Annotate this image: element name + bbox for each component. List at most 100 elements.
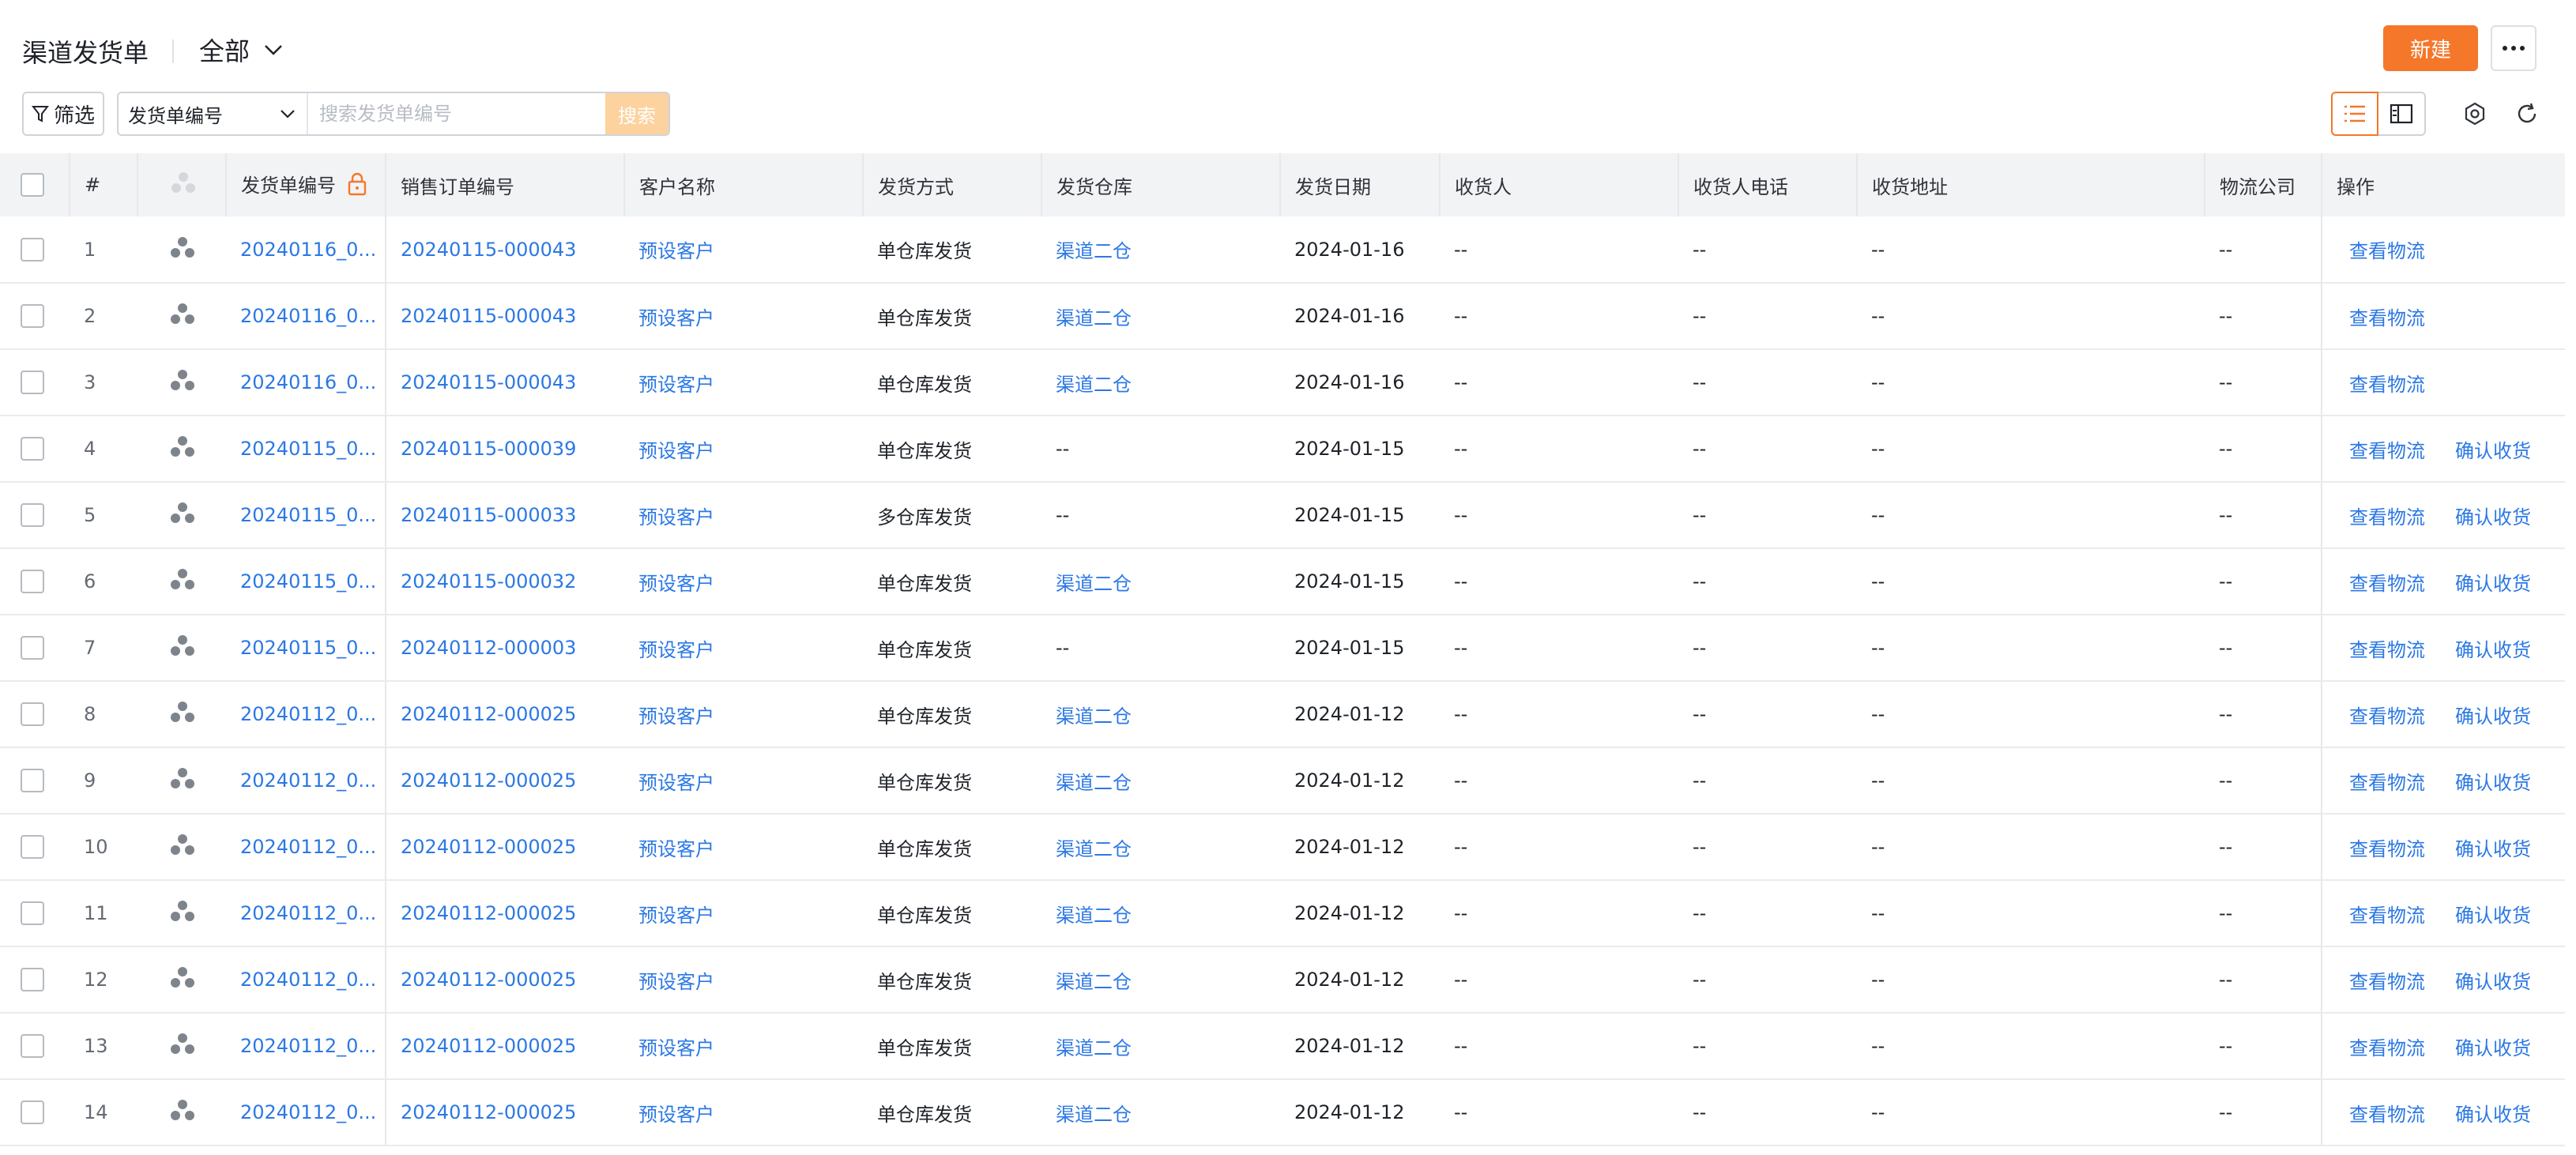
row-checkbox[interactable]: [21, 835, 44, 859]
view-logistics-link[interactable]: 查看物流: [2349, 240, 2425, 262]
confirm-receipt-link[interactable]: 确认收货: [2455, 440, 2531, 462]
sales-order-no-link[interactable]: 20240112-000025: [386, 880, 624, 947]
sales-order-no-link[interactable]: 20240115-000043: [386, 283, 624, 350]
shipment-no-link[interactable]: 20240116_0...: [226, 216, 386, 284]
customer-link[interactable]: 预设客户: [624, 349, 863, 416]
shipment-no-link[interactable]: 20240112_0...: [226, 814, 386, 881]
col-header-customer[interactable]: 客户名称: [624, 153, 864, 216]
card-view-button[interactable]: [2378, 92, 2426, 136]
view-logistics-link[interactable]: 查看物流: [2349, 838, 2425, 860]
customer-link[interactable]: 预设客户: [624, 946, 863, 1014]
shipment-no-link[interactable]: 20240112_0...: [226, 1079, 386, 1146]
warehouse-cell[interactable]: 渠道二仓: [1041, 349, 1280, 416]
view-logistics-link[interactable]: 查看物流: [2349, 1037, 2425, 1059]
list-view-button[interactable]: [2331, 92, 2378, 136]
warehouse-cell[interactable]: 渠道二仓: [1041, 1079, 1280, 1146]
search-field-select[interactable]: 发货单编号: [119, 93, 308, 134]
row-checkbox[interactable]: [21, 702, 44, 726]
col-header-ship-date[interactable]: 发货日期: [1280, 153, 1441, 216]
col-header-warehouse[interactable]: 发货仓库: [1041, 153, 1281, 216]
row-checkbox[interactable]: [21, 237, 44, 261]
customer-link[interactable]: 预设客户: [624, 615, 863, 682]
view-logistics-link[interactable]: 查看物流: [2349, 506, 2425, 529]
warehouse-cell[interactable]: 渠道二仓: [1041, 747, 1280, 815]
row-checkbox[interactable]: [21, 570, 44, 593]
sales-order-no-link[interactable]: 20240112-000025: [386, 946, 624, 1014]
customer-link[interactable]: 预设客户: [624, 548, 863, 615]
col-header-receiver[interactable]: 收货人: [1440, 153, 1679, 216]
shipment-no-link[interactable]: 20240112_0...: [226, 946, 386, 1014]
warehouse-cell[interactable]: 渠道二仓: [1041, 880, 1280, 947]
customer-link[interactable]: 预设客户: [624, 482, 863, 549]
settings-button[interactable]: [2461, 100, 2489, 128]
view-logistics-link[interactable]: 查看物流: [2349, 705, 2425, 728]
confirm-receipt-link[interactable]: 确认收货: [2455, 971, 2531, 993]
sales-order-no-link[interactable]: 20240115-000039: [386, 416, 624, 483]
shipment-no-link[interactable]: 20240112_0...: [226, 1013, 386, 1080]
row-checkbox[interactable]: [21, 1034, 44, 1058]
view-logistics-link[interactable]: 查看物流: [2349, 772, 2425, 794]
warehouse-cell[interactable]: 渠道二仓: [1041, 216, 1280, 284]
col-header-address[interactable]: 收货地址: [1857, 153, 2205, 216]
more-button[interactable]: [2491, 25, 2536, 71]
view-logistics-link[interactable]: 查看物流: [2349, 573, 2425, 595]
shipment-no-link[interactable]: 20240115_0...: [226, 548, 386, 615]
confirm-receipt-link[interactable]: 确认收货: [2455, 1037, 2531, 1059]
shipment-no-link[interactable]: 20240116_0...: [226, 349, 386, 416]
confirm-receipt-link[interactable]: 确认收货: [2455, 573, 2531, 595]
shipment-no-link[interactable]: 20240115_0...: [226, 416, 386, 483]
shipment-no-link[interactable]: 20240112_0...: [226, 880, 386, 947]
row-checkbox[interactable]: [21, 503, 44, 527]
sales-order-no-link[interactable]: 20240112-000025: [386, 747, 624, 815]
row-checkbox[interactable]: [21, 1100, 44, 1124]
sales-order-no-link[interactable]: 20240112-000025: [386, 681, 624, 748]
shipment-no-link[interactable]: 20240112_0...: [226, 747, 386, 815]
col-header-receiver-phone[interactable]: 收货人电话: [1678, 153, 1858, 216]
view-logistics-link[interactable]: 查看物流: [2349, 639, 2425, 661]
view-logistics-link[interactable]: 查看物流: [2349, 440, 2425, 462]
sales-order-no-link[interactable]: 20240115-000043: [386, 216, 624, 284]
confirm-receipt-link[interactable]: 确认收货: [2455, 639, 2531, 661]
customer-link[interactable]: 预设客户: [624, 880, 863, 947]
confirm-receipt-link[interactable]: 确认收货: [2455, 1104, 2531, 1126]
view-logistics-link[interactable]: 查看物流: [2349, 971, 2425, 993]
row-checkbox[interactable]: [21, 769, 44, 792]
col-header-logistics[interactable]: 物流公司: [2205, 153, 2322, 216]
select-all-checkbox[interactable]: [21, 173, 44, 197]
new-button[interactable]: 新建: [2383, 25, 2478, 71]
shipment-no-link[interactable]: 20240116_0...: [226, 283, 386, 350]
confirm-receipt-link[interactable]: 确认收货: [2455, 905, 2531, 927]
row-checkbox[interactable]: [21, 636, 44, 660]
shipment-no-link[interactable]: 20240115_0...: [226, 615, 386, 682]
customer-link[interactable]: 预设客户: [624, 681, 863, 748]
shipment-no-link[interactable]: 20240112_0...: [226, 681, 386, 748]
row-checkbox[interactable]: [21, 968, 44, 991]
customer-link[interactable]: 预设客户: [624, 747, 863, 815]
sales-order-no-link[interactable]: 20240112-000025: [386, 1079, 624, 1146]
row-checkbox[interactable]: [21, 901, 44, 925]
col-header-shipment-no[interactable]: 发货单编号: [226, 153, 386, 216]
confirm-receipt-link[interactable]: 确认收货: [2455, 506, 2531, 529]
view-selector[interactable]: 全部: [199, 32, 283, 68]
warehouse-cell[interactable]: 渠道二仓: [1041, 1013, 1280, 1080]
customer-link[interactable]: 预设客户: [624, 814, 863, 881]
customer-link[interactable]: 预设客户: [624, 1013, 863, 1080]
sales-order-no-link[interactable]: 20240112-000025: [386, 814, 624, 881]
warehouse-cell[interactable]: 渠道二仓: [1041, 283, 1280, 350]
col-header-ship-method[interactable]: 发货方式: [863, 153, 1042, 216]
view-logistics-link[interactable]: 查看物流: [2349, 374, 2425, 396]
col-header-sales-order-no[interactable]: 销售订单编号: [386, 153, 625, 216]
sales-order-no-link[interactable]: 20240115-000032: [386, 548, 624, 615]
shipment-no-link[interactable]: 20240115_0...: [226, 482, 386, 549]
view-logistics-link[interactable]: 查看物流: [2349, 1104, 2425, 1126]
confirm-receipt-link[interactable]: 确认收货: [2455, 772, 2531, 794]
row-checkbox[interactable]: [21, 304, 44, 328]
view-logistics-link[interactable]: 查看物流: [2349, 307, 2425, 329]
warehouse-cell[interactable]: 渠道二仓: [1041, 946, 1280, 1014]
warehouse-cell[interactable]: 渠道二仓: [1041, 548, 1280, 615]
customer-link[interactable]: 预设客户: [624, 283, 863, 350]
sales-order-no-link[interactable]: 20240115-000043: [386, 349, 624, 416]
refresh-button[interactable]: [2513, 100, 2541, 128]
warehouse-cell[interactable]: 渠道二仓: [1041, 814, 1280, 881]
customer-link[interactable]: 预设客户: [624, 1079, 863, 1146]
